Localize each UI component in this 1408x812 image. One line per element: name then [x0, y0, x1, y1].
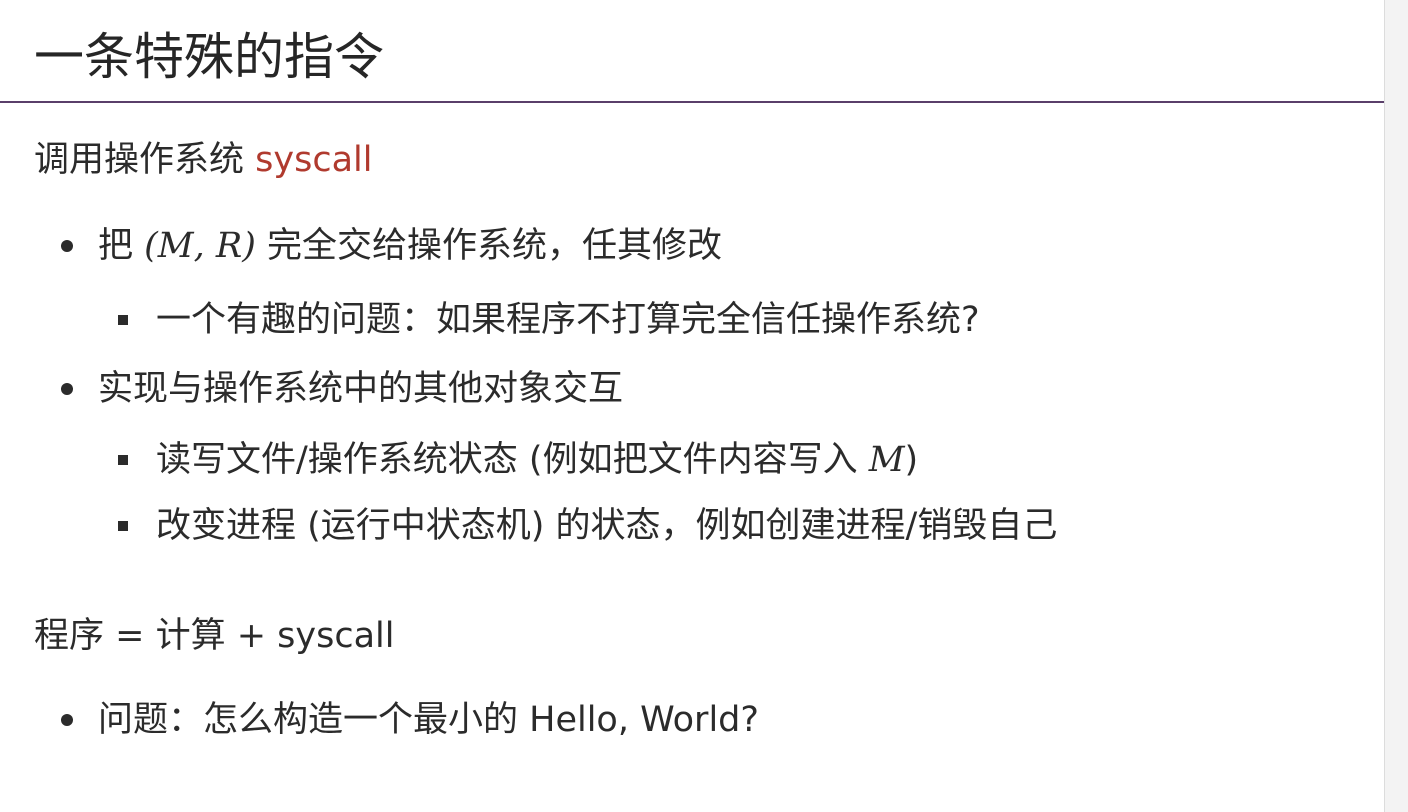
bullet-2-sub-1: 读写文件/操作系统状态 (例如把文件内容写入 M)	[156, 436, 918, 484]
bullet-2: 实现与操作系统中的其他对象交互	[98, 369, 624, 409]
page-edge	[1384, 0, 1408, 812]
bullet-square-icon	[118, 455, 128, 465]
bullet-dot-icon	[61, 714, 73, 726]
bullet-1-suffix: 完全交给操作系统，任其修改	[255, 226, 723, 266]
bullet-2-sub-2: 改变进程 (运行中状态机) 的状态，例如创建进程/销毁自己	[156, 506, 1058, 546]
bullet-dot-icon	[61, 383, 73, 395]
syscall-keyword: syscall	[255, 140, 373, 180]
bullet-2-sub-1-suffix: )	[904, 440, 919, 480]
bullet-1-prefix: 把	[98, 226, 145, 266]
bullet-square-icon	[118, 521, 128, 531]
bullet-1: 把 (M, R) 完全交给操作系统，任其修改	[98, 222, 722, 270]
slide: 一条特殊的指令 调用操作系统 syscall 把 (M, R) 完全交给操作系统…	[0, 0, 1384, 812]
bullet-1-math: (M, R)	[144, 226, 256, 266]
section1-lead-text: 调用操作系统	[34, 140, 256, 180]
bullet-2-sub-1-math: M	[868, 440, 905, 480]
bullet-1-sub-1: 一个有趣的问题：如果程序不打算完全信任操作系统?	[156, 300, 980, 340]
slide-title: 一条特殊的指令	[34, 28, 384, 86]
section1-lead: 调用操作系统 syscall	[34, 136, 372, 184]
bullet-square-icon	[118, 315, 128, 325]
title-divider	[0, 101, 1384, 103]
section2-lead: 程序 = 计算 + syscall	[34, 616, 395, 656]
bullet-2-sub-1-prefix: 读写文件/操作系统状态 (例如把文件内容写入	[156, 440, 869, 480]
bullet-dot-icon	[61, 240, 73, 252]
section2-bullet-1: 问题：怎么构造一个最小的 Hello, World?	[98, 700, 759, 740]
